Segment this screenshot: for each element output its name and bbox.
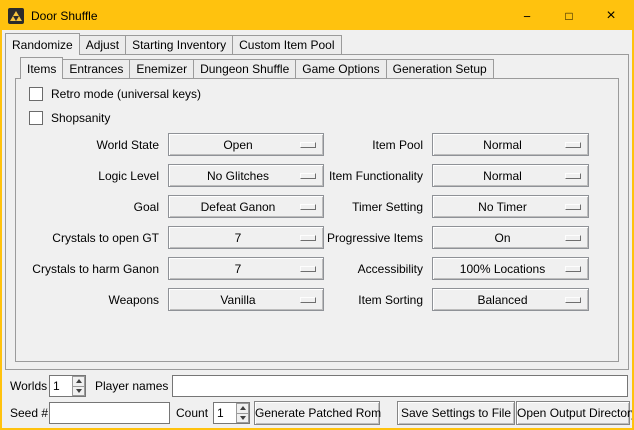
seed-label: Seed # xyxy=(10,402,48,424)
shopsanity-label: Shopsanity xyxy=(51,111,110,125)
app-icon xyxy=(8,8,24,24)
accessibility-row: Accessibility 100% Locations xyxy=(270,253,589,284)
weapons-label: Weapons xyxy=(26,293,168,307)
count-spinbox xyxy=(213,402,250,424)
accessibility-dropdown[interactable]: 100% Locations xyxy=(432,257,589,280)
window-controls: − □ × xyxy=(506,2,632,30)
count-spin-up[interactable] xyxy=(236,403,249,414)
count-label: Count xyxy=(176,402,208,424)
worlds-spin-down[interactable] xyxy=(72,387,85,397)
dropdown-indicator-icon xyxy=(565,297,581,303)
timer-setting-row: Timer Setting No Timer xyxy=(270,191,589,222)
retro-mode-label: Retro mode (universal keys) xyxy=(51,87,201,101)
weapons-value: Vanilla xyxy=(220,293,255,307)
timer-setting-value: No Timer xyxy=(478,200,527,214)
logic-level-label: Logic Level xyxy=(26,169,168,183)
item-functionality-value: Normal xyxy=(483,169,522,183)
crystals-harm-ganon-label: Crystals to harm Ganon xyxy=(26,262,168,276)
seed-input[interactable] xyxy=(49,402,170,424)
tab-entrances[interactable]: Entrances xyxy=(62,59,130,78)
crystals-open-gt-label: Crystals to open GT xyxy=(26,231,168,245)
main-tab-bar: Randomize Adjust Starting Inventory Cust… xyxy=(5,33,342,54)
progressive-items-label: Progressive Items xyxy=(270,231,432,245)
maximize-icon: □ xyxy=(565,10,572,22)
item-pool-value: Normal xyxy=(483,138,522,152)
door-shuffle-window: Door Shuffle − □ × Randomize Adjust Star… xyxy=(0,0,634,430)
shopsanity-checkbox-box[interactable] xyxy=(29,111,43,125)
minimize-icon: − xyxy=(523,10,531,23)
shopsanity-checkbox[interactable]: Shopsanity xyxy=(29,110,110,126)
worlds-spin-up[interactable] xyxy=(72,376,85,387)
crystals-open-gt-value: 7 xyxy=(235,231,242,245)
tab-adjust[interactable]: Adjust xyxy=(79,35,126,54)
item-sorting-value: Balanced xyxy=(477,293,527,307)
dropdown-indicator-icon xyxy=(565,235,581,241)
close-icon: × xyxy=(606,8,615,24)
timer-setting-label: Timer Setting xyxy=(270,200,432,214)
tab-custom-item-pool[interactable]: Custom Item Pool xyxy=(232,35,341,54)
item-pool-row: Item Pool Normal xyxy=(270,129,589,160)
crystals-harm-ganon-value: 7 xyxy=(235,262,242,276)
retro-mode-checkbox[interactable]: Retro mode (universal keys) xyxy=(29,86,201,102)
progressive-items-value: On xyxy=(494,231,510,245)
tab-starting-inventory[interactable]: Starting Inventory xyxy=(125,35,233,54)
titlebar[interactable]: Door Shuffle − □ × xyxy=(2,2,632,30)
count-input[interactable] xyxy=(214,403,236,423)
worlds-label: Worlds xyxy=(10,375,47,397)
open-output-directory-button[interactable]: Open Output Directory xyxy=(516,401,630,425)
tab-dungeon-shuffle[interactable]: Dungeon Shuffle xyxy=(193,59,296,78)
spin-up-icon xyxy=(76,379,82,383)
item-sorting-dropdown[interactable]: Balanced xyxy=(432,288,589,311)
save-settings-button[interactable]: Save Settings to File xyxy=(397,401,515,425)
accessibility-label: Accessibility xyxy=(270,262,432,276)
goal-value: Defeat Ganon xyxy=(201,200,276,214)
close-button[interactable]: × xyxy=(590,2,632,30)
worlds-spinbox xyxy=(49,375,86,397)
tab-enemizer[interactable]: Enemizer xyxy=(129,59,194,78)
item-functionality-row: Item Functionality Normal xyxy=(270,160,589,191)
spin-down-icon xyxy=(76,389,82,393)
worlds-input[interactable] xyxy=(50,376,72,396)
generate-patched-rom-button[interactable]: Generate Patched Rom xyxy=(254,401,380,425)
item-sorting-label: Item Sorting xyxy=(270,293,432,307)
spin-up-icon xyxy=(240,406,246,410)
tab-game-options[interactable]: Game Options xyxy=(295,59,386,78)
worlds-spin-buttons xyxy=(72,376,85,396)
randomize-sub-tab-bar: Items Entrances Enemizer Dungeon Shuffle… xyxy=(20,57,494,78)
dropdown-indicator-icon xyxy=(565,142,581,148)
maximize-button[interactable]: □ xyxy=(548,2,590,30)
count-spin-buttons xyxy=(236,403,249,423)
goal-label: Goal xyxy=(26,200,168,214)
timer-setting-dropdown[interactable]: No Timer xyxy=(432,195,589,218)
item-functionality-dropdown[interactable]: Normal xyxy=(432,164,589,187)
item-pool-dropdown[interactable]: Normal xyxy=(432,133,589,156)
dropdown-indicator-icon xyxy=(565,204,581,210)
dropdown-indicator-icon xyxy=(565,173,581,179)
accessibility-value: 100% Locations xyxy=(460,262,545,276)
minimize-button[interactable]: − xyxy=(506,2,548,30)
count-spin-down[interactable] xyxy=(236,414,249,424)
tab-items[interactable]: Items xyxy=(20,57,63,79)
dropdown-indicator-icon xyxy=(565,266,581,272)
player-names-label: Player names xyxy=(95,375,168,397)
item-pool-label: Item Pool xyxy=(270,138,432,152)
window-title: Door Shuffle xyxy=(31,9,98,23)
progressive-items-row: Progressive Items On xyxy=(270,222,589,253)
logic-level-value: No Glitches xyxy=(207,169,269,183)
item-functionality-label: Item Functionality xyxy=(270,169,432,183)
tab-generation-setup[interactable]: Generation Setup xyxy=(386,59,494,78)
options-column-right: Item Pool Normal Item Functionality Norm… xyxy=(270,129,589,315)
spin-down-icon xyxy=(240,416,246,420)
tab-randomize[interactable]: Randomize xyxy=(5,33,80,55)
item-sorting-row: Item Sorting Balanced xyxy=(270,284,589,315)
world-state-value: Open xyxy=(223,138,252,152)
progressive-items-dropdown[interactable]: On xyxy=(432,226,589,249)
retro-mode-checkbox-box[interactable] xyxy=(29,87,43,101)
player-names-input[interactable] xyxy=(172,375,628,397)
world-state-label: World State xyxy=(26,138,168,152)
